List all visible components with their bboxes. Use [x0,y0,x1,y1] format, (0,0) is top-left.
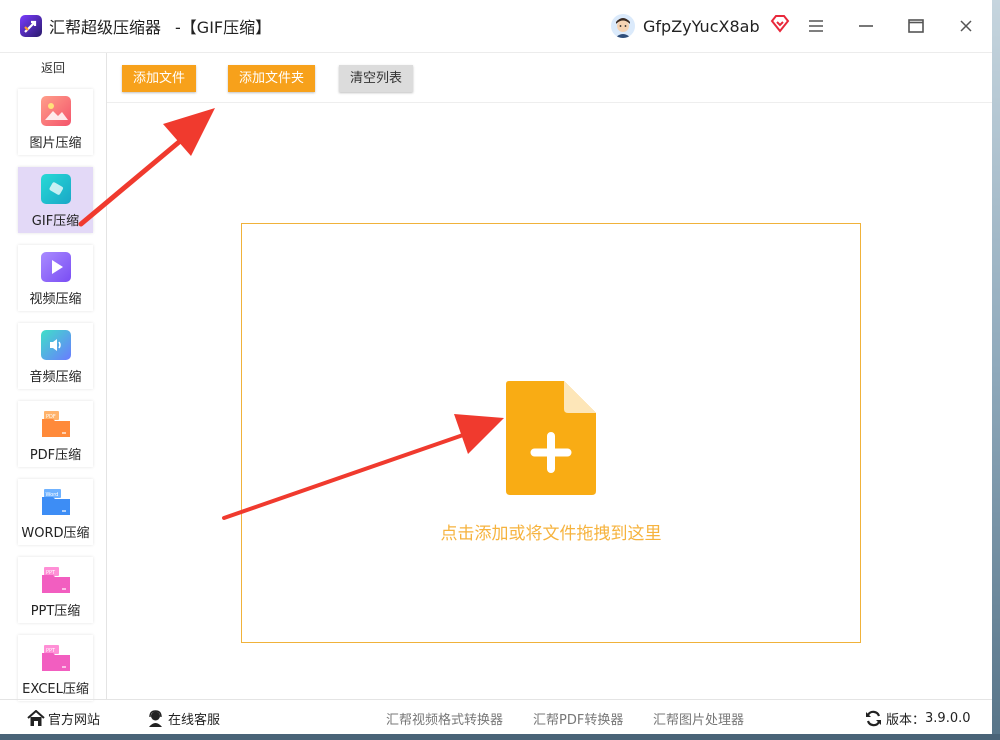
video-play-icon [40,252,71,282]
sidebar-item-pdf[interactable]: PDF PDF压缩 [18,401,93,467]
sidebar-item-label: PPT压缩 [30,604,81,619]
file-dropzone[interactable]: 点击添加或将文件拖拽到这里 [241,223,861,643]
ppt-folder-icon: PPT [41,564,71,594]
username: GfpZyYucX8ab [643,16,760,36]
add-file-icon[interactable] [506,381,596,499]
image-icon [40,96,71,126]
desktop-background-edge [992,0,1000,740]
add-file-button[interactable]: 添加文件 [122,65,197,92]
sidebar-item-label: PDF压缩 [29,448,82,463]
gif-icon [40,174,71,204]
excel-folder-icon: PPT [41,642,71,672]
version-number: 3.9.0.0 [925,711,971,726]
app-window: 汇帮超级压缩器 -【GIF压缩】 GfpZyYucX8ab 返回 图片压缩 GI… [0,0,992,734]
word-folder-icon: Word [41,486,71,516]
clear-list-button[interactable]: 清空列表 [339,65,414,92]
avatar[interactable] [611,14,635,38]
pdf-folder-icon: PDF [41,408,71,438]
image-processor-link[interactable]: 汇帮图片处理器 [653,709,744,728]
app-logo-icon [20,15,42,37]
sidebar-item-label: WORD压缩 [21,526,90,541]
sidebar-item-label: GIF压缩 [31,214,80,229]
user-account[interactable]: GfpZyYucX8ab [611,14,790,38]
online-support-link[interactable]: 在线客服 [147,709,220,728]
toolbar: 添加文件 添加文件夹 清空列表 [107,53,992,103]
title-bar: 汇帮超级压缩器 -【GIF压缩】 GfpZyYucX8ab [0,0,992,53]
page-title: -【GIF压缩】 [175,18,272,37]
main-body: 返回 图片压缩 GIF压缩 视频压缩 音频压缩 PDF PDF压缩 Word W… [0,53,992,701]
drop-hint: 点击添加或将文件拖拽到这里 [440,524,662,544]
official-website-link[interactable]: 官方网站 [27,709,100,728]
app-title: 汇帮超级压缩器 [49,18,162,37]
maximize-icon[interactable] [906,16,926,36]
audio-speaker-icon [40,330,71,360]
add-folder-button[interactable]: 添加文件夹 [228,65,316,92]
sidebar-item-word[interactable]: Word WORD压缩 [18,479,93,545]
status-bar: 官方网站 在线客服 汇帮视频格式转换器 汇帮PDF转换器 汇帮图片处理器 版本：… [0,699,992,734]
video-converter-link[interactable]: 汇帮视频格式转换器 [386,709,503,728]
sidebar-item-label: 视频压缩 [29,292,82,307]
sidebar-item-image[interactable]: 图片压缩 [18,89,93,155]
content-area: 添加文件 添加文件夹 清空列表 点击添加或将文件拖拽到这里 [107,53,992,699]
home-icon [27,710,45,726]
version-label: 版本： [886,713,926,728]
sidebar-item-ppt[interactable]: PPT PPT压缩 [18,557,93,623]
sidebar: 返回 图片压缩 GIF压缩 视频压缩 音频压缩 PDF PDF压缩 Word W… [0,53,107,701]
desktop-background-bottom [0,734,1000,740]
online-support-label: 在线客服 [168,713,221,728]
minimize-icon[interactable] [856,16,876,36]
official-website-label: 官方网站 [48,713,101,728]
support-headset-icon [149,710,162,727]
back-button[interactable]: 返回 [0,59,106,76]
sidebar-item-label: EXCEL压缩 [22,682,89,697]
vip-diamond-icon[interactable] [770,15,790,37]
sidebar-item-excel[interactable]: PPT EXCEL压缩 [18,635,93,701]
close-icon[interactable] [956,16,976,36]
pdf-converter-link[interactable]: 汇帮PDF转换器 [533,709,623,728]
sidebar-item-gif[interactable]: GIF压缩 [18,167,93,233]
refresh-icon [866,710,881,727]
version-info[interactable]: 版本： 3.9.0.0 [865,709,971,728]
sidebar-item-audio[interactable]: 音频压缩 [18,323,93,389]
sidebar-item-label: 图片压缩 [29,136,82,151]
menu-icon[interactable] [806,16,826,36]
sidebar-item-label: 音频压缩 [29,370,82,385]
sidebar-item-video[interactable]: 视频压缩 [18,245,93,311]
